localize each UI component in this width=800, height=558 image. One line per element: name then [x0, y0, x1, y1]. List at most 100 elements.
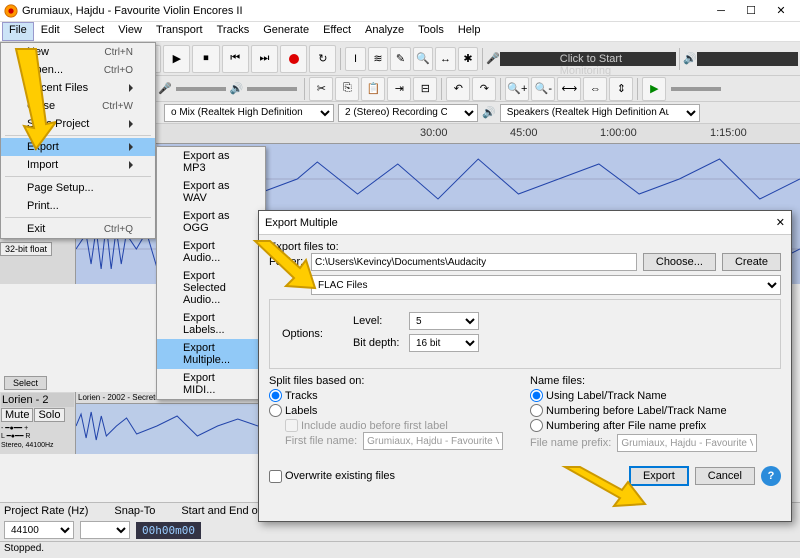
- minimize-button[interactable]: ─: [706, 1, 736, 21]
- export-ogg[interactable]: Export as OGG: [157, 207, 265, 237]
- solo-button[interactable]: Solo: [34, 408, 64, 422]
- draw-tool[interactable]: ✎: [390, 47, 410, 71]
- silence-button[interactable]: ⊟: [413, 77, 437, 101]
- rec-volume-slider[interactable]: [176, 87, 226, 91]
- dialog-title: Export Multiple: [265, 217, 338, 229]
- menu-edit[interactable]: Edit: [34, 22, 67, 41]
- menu-close[interactable]: CloseCtrl+W: [1, 97, 155, 115]
- zoom-sel-button[interactable]: ⟷: [557, 77, 581, 101]
- menu-export[interactable]: Export: [1, 138, 155, 156]
- play-meter-icon[interactable]: 🔊: [683, 52, 697, 65]
- menu-tracks[interactable]: Tracks: [210, 22, 257, 41]
- export-button[interactable]: Export: [629, 466, 689, 486]
- menu-import[interactable]: Import: [1, 156, 155, 174]
- menu-tools[interactable]: Tools: [411, 22, 451, 41]
- cancel-button[interactable]: Cancel: [695, 467, 755, 485]
- copy-button[interactable]: ⎘: [335, 77, 359, 101]
- play-button[interactable]: ▶: [163, 45, 190, 73]
- menu-transport[interactable]: Transport: [149, 22, 210, 41]
- name-opt2-radio[interactable]: Numbering before Label/Track Name: [530, 404, 781, 417]
- recording-meter[interactable]: Click to Start Monitoring: [500, 52, 677, 66]
- create-button[interactable]: Create: [722, 253, 781, 271]
- time-display[interactable]: 00h00m00: [136, 522, 201, 539]
- menu-effect[interactable]: Effect: [316, 22, 358, 41]
- zoom-tool[interactable]: 🔍: [413, 47, 433, 71]
- loop-button[interactable]: ↻: [309, 45, 336, 73]
- track2: Lorien - 2 Mute Solo - ━●━━ + L ━●━━ R S…: [0, 392, 258, 454]
- menu-exit[interactable]: ExitCtrl+Q: [1, 220, 155, 238]
- format-select[interactable]: FLAC Files: [311, 275, 781, 295]
- track2-name[interactable]: Lorien - 2: [1, 393, 74, 407]
- name-opt1-radio[interactable]: Using Label/Track Name: [530, 389, 781, 402]
- dialog-close-button[interactable]: ✕: [776, 216, 785, 229]
- maximize-button[interactable]: ☐: [736, 1, 766, 21]
- track2-panel[interactable]: Lorien - 2 Mute Solo - ━●━━ + L ━●━━ R S…: [0, 392, 76, 454]
- paste-button[interactable]: 📋: [361, 77, 385, 101]
- input-device-select[interactable]: o Mix (Realtek High Definition Audio): [164, 104, 334, 122]
- export-audio[interactable]: Export Audio...: [157, 237, 265, 267]
- track2-waveform[interactable]: Lorien - 2002 - Secrets Of: [76, 392, 258, 454]
- menu-recent[interactable]: Recent Files: [1, 79, 155, 97]
- play-at-speed-button[interactable]: ▶: [642, 77, 666, 101]
- level-select[interactable]: 5: [409, 312, 479, 330]
- prefix-input: [617, 434, 757, 452]
- trim-button[interactable]: ⇥: [387, 77, 411, 101]
- status-bar: Stopped.: [0, 541, 800, 557]
- track2-format: Stereo, 44100Hz: [1, 442, 74, 449]
- first-name-label: First file name:: [285, 435, 357, 447]
- choose-button[interactable]: Choose...: [643, 253, 716, 271]
- menu-open[interactable]: Open...Ctrl+O: [1, 61, 155, 79]
- overwrite-checkbox[interactable]: Overwrite existing files: [269, 470, 395, 483]
- track-select-button[interactable]: Select: [4, 376, 47, 390]
- channels-select[interactable]: 2 (Stereo) Recording Chann: [338, 104, 478, 122]
- cut-button[interactable]: ✂: [309, 77, 333, 101]
- zoom-toggle-button[interactable]: ⇕: [609, 77, 633, 101]
- zoom-in-button[interactable]: 🔍+: [505, 77, 529, 101]
- stop-button[interactable]: ⏹: [192, 45, 219, 73]
- zoom-fit-button[interactable]: ⇔: [583, 77, 607, 101]
- output-device-select[interactable]: Speakers (Realtek High Definition Audio): [500, 104, 700, 122]
- split-tracks-radio[interactable]: Tracks: [269, 389, 520, 402]
- export-wav[interactable]: Export as WAV: [157, 177, 265, 207]
- export-midi[interactable]: Export MIDI...: [157, 369, 265, 399]
- redo-button[interactable]: ↷: [472, 77, 496, 101]
- menu-save-project[interactable]: Save Project: [1, 115, 155, 133]
- split-labels-radio[interactable]: Labels: [269, 404, 520, 417]
- export-labels[interactable]: Export Labels...: [157, 309, 265, 339]
- mute-button[interactable]: Mute: [1, 408, 33, 422]
- folder-input[interactable]: [311, 253, 637, 271]
- menu-page-setup[interactable]: Page Setup...: [1, 179, 155, 197]
- export-multiple[interactable]: Export Multiple...: [157, 339, 265, 369]
- speaker-icon: 🔊: [482, 106, 496, 119]
- play-volume-slider[interactable]: [247, 87, 297, 91]
- project-rate-select[interactable]: 44100: [4, 521, 74, 539]
- menu-generate[interactable]: Generate: [256, 22, 316, 41]
- menu-analyze[interactable]: Analyze: [358, 22, 411, 41]
- export-to-label: Export files to:: [269, 241, 781, 253]
- skip-start-button[interactable]: ⏮: [222, 45, 249, 73]
- undo-button[interactable]: ↶: [446, 77, 470, 101]
- record-button[interactable]: [280, 45, 307, 73]
- zoom-out-button[interactable]: 🔍-: [531, 77, 555, 101]
- help-button[interactable]: ?: [761, 466, 781, 486]
- menu-select[interactable]: Select: [67, 22, 112, 41]
- name-opt3-radio[interactable]: Numbering after File name prefix: [530, 419, 781, 432]
- export-mp3[interactable]: Export as MP3: [157, 147, 265, 177]
- export-selected[interactable]: Export Selected Audio...: [157, 267, 265, 309]
- menu-view[interactable]: View: [111, 22, 149, 41]
- close-button[interactable]: ✕: [766, 1, 796, 21]
- menu-file[interactable]: File: [2, 22, 34, 41]
- timeshift-tool[interactable]: ↔: [435, 47, 455, 71]
- bitdepth-select[interactable]: 16 bit: [409, 334, 479, 352]
- menu-help[interactable]: Help: [451, 22, 488, 41]
- playback-meter[interactable]: [697, 52, 798, 66]
- multi-tool[interactable]: ✱: [458, 47, 478, 71]
- skip-end-button[interactable]: ⏭: [251, 45, 278, 73]
- menu-new[interactable]: NewCtrl+N: [1, 43, 155, 61]
- speed-slider[interactable]: [671, 87, 721, 91]
- envelope-tool[interactable]: ≋: [368, 47, 388, 71]
- selection-tool[interactable]: I: [345, 47, 365, 71]
- rec-meter-icon[interactable]: 🎤: [486, 52, 500, 65]
- menu-print[interactable]: Print...: [1, 197, 155, 215]
- snap-to-select[interactable]: [80, 521, 130, 539]
